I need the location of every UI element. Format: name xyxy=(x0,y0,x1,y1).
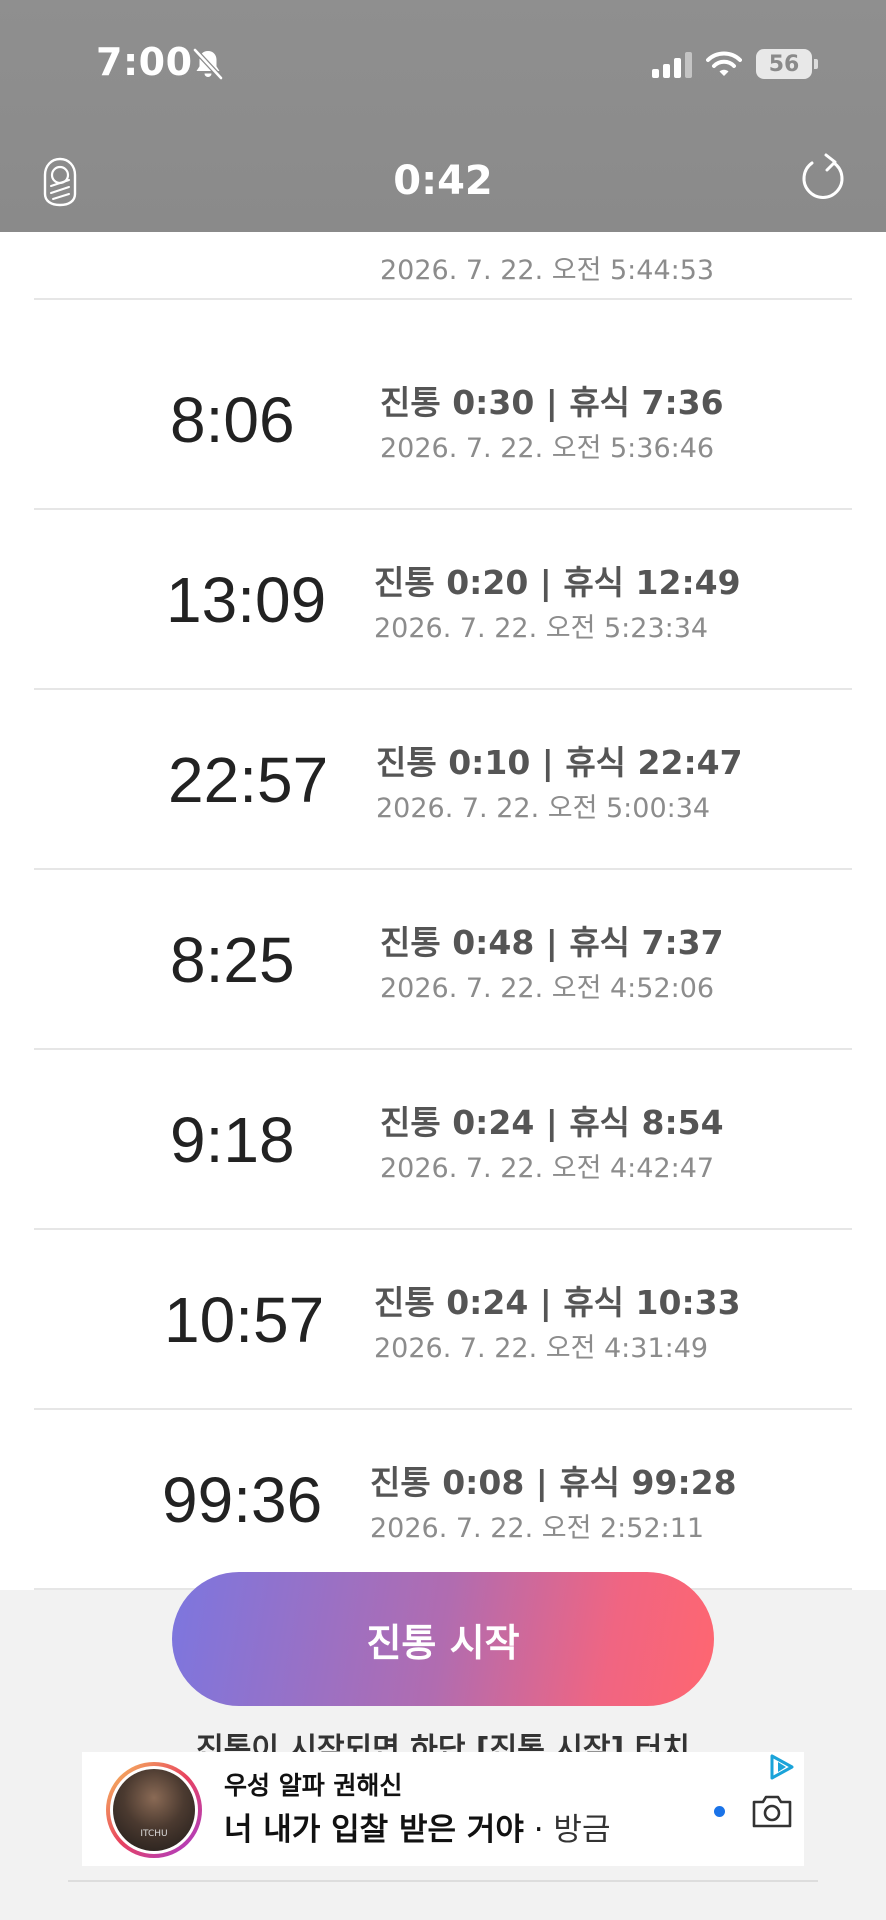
refresh-icon[interactable] xyxy=(798,150,848,202)
ad-separator: · xyxy=(523,1812,554,1848)
ad-title: 우성 알파 권해신 xyxy=(224,1771,403,1800)
interval-value: 10:57 xyxy=(164,1284,325,1356)
list-item[interactable]: 8:06 진통 0:30 | 휴식 7:36 2026. 7. 22. 오전 5… xyxy=(34,330,852,510)
elapsed-timer: 0:42 xyxy=(393,158,493,204)
list-item[interactable]: 8:25 진통 0:48 | 휴식 7:37 2026. 7. 22. 오전 4… xyxy=(34,870,852,1050)
app-header: 7:00 56 0:42 xyxy=(0,0,886,232)
unread-dot xyxy=(714,1806,725,1817)
interval-value: 8:25 xyxy=(170,924,295,996)
record-datetime: 2026. 7. 22. 오전 4:31:49 xyxy=(374,1333,709,1364)
avatar-tag: ITCHU xyxy=(140,1829,168,1839)
record-datetime: 2026. 7. 22. 오전 5:23:34 xyxy=(374,613,709,644)
battery-level: 56 xyxy=(768,51,800,77)
signal-icon xyxy=(652,50,692,78)
record-datetime: 2026. 7. 22. 오전 4:42:47 xyxy=(380,1153,715,1184)
divider xyxy=(68,1880,818,1882)
battery-icon: 56 xyxy=(756,49,818,79)
interval-value: 22:57 xyxy=(168,744,329,816)
contraction-detail: 진통 0:10 | 휴식 22:47 xyxy=(376,743,743,782)
list-item[interactable]: 10:57 진통 0:24 | 휴식 10:33 2026. 7. 22. 오전… xyxy=(34,1230,852,1410)
ad-banner[interactable]: ITCHU 우성 알파 권해신 너 내가 입찰 받은 거야 · 방금 xyxy=(82,1752,804,1866)
ad-message-line: 너 내가 입찰 받은 거야 · 방금 xyxy=(224,1804,610,1849)
contraction-list[interactable]: 6:29 2026. 7. 22. 오전 5:44:53 8:06 진통 0:3… xyxy=(0,0,886,1592)
record-datetime: 2026. 7. 22. 오전 4:52:06 xyxy=(380,973,715,1004)
interval-value: 13:09 xyxy=(166,564,327,636)
contraction-detail: 진통 0:48 | 휴식 7:37 xyxy=(380,923,724,962)
record-datetime: 2026. 7. 22. 오전 5:44:53 xyxy=(380,255,715,286)
start-contraction-label: 진통 시작 xyxy=(366,1620,520,1665)
contraction-detail: 진통 0:20 | 휴식 12:49 xyxy=(374,563,741,602)
interval-value: 9:18 xyxy=(170,1104,295,1176)
contraction-detail: 진통 0:24 | 휴식 10:33 xyxy=(374,1283,741,1322)
list-item[interactable]: 22:57 진통 0:10 | 휴식 22:47 2026. 7. 22. 오전… xyxy=(34,690,852,870)
interval-value: 8:06 xyxy=(170,384,295,456)
ad-time: 방금 xyxy=(553,1812,611,1848)
wifi-icon xyxy=(706,51,742,76)
contraction-detail: 진통 0:08 | 휴식 99:28 xyxy=(370,1463,737,1502)
app-screen: 6:29 2026. 7. 22. 오전 5:44:53 8:06 진통 0:3… xyxy=(0,0,886,1920)
record-datetime: 2026. 7. 22. 오전 5:36:46 xyxy=(380,433,715,464)
start-contraction-button[interactable]: 진통 시작 xyxy=(172,1572,714,1706)
status-indicators: 56 xyxy=(652,46,818,82)
interval-value: 99:36 xyxy=(162,1464,323,1536)
camera-icon[interactable] xyxy=(750,1792,794,1830)
list-item[interactable]: 13:09 진통 0:20 | 휴식 12:49 2026. 7. 22. 오전… xyxy=(34,510,852,690)
ad-message: 너 내가 입찰 받은 거야 xyxy=(224,1812,524,1848)
list-item[interactable]: 9:18 진통 0:24 | 휴식 8:54 2026. 7. 22. 오전 4… xyxy=(34,1050,852,1230)
list-item[interactable]: 99:36 진통 0:08 | 휴식 99:28 2026. 7. 22. 오전… xyxy=(34,1410,852,1590)
avatar: ITCHU xyxy=(106,1762,202,1858)
status-time: 7:00 xyxy=(96,40,193,84)
contraction-detail: 진통 0:30 | 휴식 7:36 xyxy=(380,383,724,422)
bell-slash-icon xyxy=(193,48,223,80)
record-datetime: 2026. 7. 22. 오전 2:52:11 xyxy=(370,1513,705,1544)
contraction-detail: 진통 0:24 | 휴식 8:54 xyxy=(380,1103,724,1142)
avatar-image: ITCHU xyxy=(113,1769,195,1851)
record-datetime: 2026. 7. 22. 오전 5:00:34 xyxy=(376,793,711,824)
ad-choices-icon[interactable] xyxy=(766,1752,800,1784)
